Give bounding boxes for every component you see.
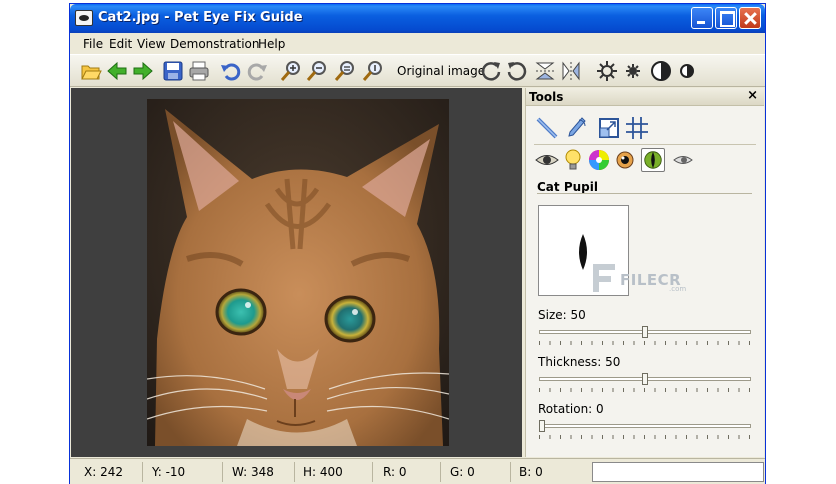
status-height: H: 400 [303, 465, 343, 479]
rotation-slider-ticks [539, 435, 751, 439]
cat-pupil-title: Cat Pupil [537, 180, 598, 194]
menu-edit[interactable]: Edit [109, 37, 132, 51]
zoom-actual-icon[interactable] [362, 60, 384, 82]
open-icon[interactable] [80, 60, 102, 82]
image-canvas[interactable] [71, 88, 522, 457]
window-title: Cat2.jpg - Pet Eye Fix Guide [98, 10, 303, 25]
menu-demonstration[interactable]: Demonstration [170, 37, 260, 51]
flip-horizontal-icon[interactable] [560, 60, 582, 82]
status-separator [372, 462, 373, 482]
status-y: Y: -10 [152, 465, 186, 479]
section-divider [537, 193, 752, 194]
save-icon[interactable] [162, 60, 184, 82]
zoom-fit-icon[interactable] [334, 60, 356, 82]
brush-icon[interactable] [565, 116, 589, 140]
undo-icon[interactable] [220, 60, 242, 82]
menu-view[interactable]: View [137, 37, 165, 51]
cat-pupil-icon[interactable] [641, 148, 665, 172]
print-icon[interactable] [188, 60, 210, 82]
status-extra-field [592, 462, 764, 482]
thickness-slider[interactable] [539, 373, 751, 387]
status-red: R: 0 [383, 465, 407, 479]
status-width: W: 348 [232, 465, 274, 479]
tools-panel-header: Tools × [526, 88, 764, 106]
zoom-in-icon[interactable] [280, 60, 302, 82]
rotation-label: Rotation: 0 [538, 402, 604, 416]
status-green: G: 0 [450, 465, 475, 479]
panel-close-icon[interactable]: × [747, 88, 758, 103]
crop-grid-icon[interactable] [625, 116, 649, 140]
tool-row-divider [534, 144, 756, 145]
bulb-icon[interactable] [561, 148, 585, 172]
maximize-button[interactable] [715, 7, 737, 29]
tools-panel-title: Tools [529, 90, 564, 104]
forward-arrow-icon[interactable] [132, 60, 154, 82]
zoom-out-icon[interactable] [306, 60, 328, 82]
rotation-slider-thumb[interactable] [539, 420, 545, 432]
size-slider-ticks [539, 341, 751, 345]
title-bar[interactable]: Cat2.jpg - Pet Eye Fix Guide [70, 4, 765, 33]
brightness-down-icon[interactable] [622, 60, 644, 82]
minimize-button[interactable] [691, 7, 713, 29]
status-separator [142, 462, 143, 482]
status-separator [222, 462, 223, 482]
toolbar: Original image [70, 55, 765, 87]
status-blue: B: 0 [519, 465, 543, 479]
thickness-slider-thumb[interactable] [642, 373, 648, 385]
thickness-label: Thickness: 50 [538, 355, 621, 369]
menu-help[interactable]: Help [258, 37, 285, 51]
close-button[interactable] [739, 7, 761, 29]
status-separator [294, 462, 295, 482]
contrast-up-icon[interactable] [650, 60, 672, 82]
rotation-slider[interactable] [539, 420, 751, 434]
brightness-up-icon[interactable] [596, 60, 618, 82]
status-separator [440, 462, 441, 482]
original-image-button[interactable]: Original image [397, 64, 485, 78]
contrast-down-icon[interactable] [676, 60, 698, 82]
cat-photo [147, 99, 449, 446]
size-slider[interactable] [539, 326, 751, 340]
back-arrow-icon[interactable] [106, 60, 128, 82]
app-window: Cat2.jpg - Pet Eye Fix Guide File Edit V… [69, 3, 766, 484]
redo-icon[interactable] [246, 60, 268, 82]
resize-icon[interactable] [597, 116, 621, 140]
eye-icon[interactable] [535, 148, 559, 172]
pet-eye-icon[interactable] [671, 148, 695, 172]
menu-file[interactable]: File [83, 37, 103, 51]
thickness-slider-ticks [539, 388, 751, 392]
rotate-ccw-icon[interactable] [506, 60, 528, 82]
app-eye-icon[interactable] [75, 10, 93, 26]
pencil-icon[interactable] [535, 116, 559, 140]
color-wheel-icon[interactable] [587, 148, 611, 172]
pupil-round-icon[interactable] [613, 148, 637, 172]
size-slider-thumb[interactable] [642, 326, 648, 338]
menu-bar: File Edit View Demonstration Help [70, 33, 765, 55]
rotation-slider-track [539, 424, 751, 428]
watermark-sub: .com [669, 285, 687, 293]
rotate-cw-icon[interactable] [480, 60, 502, 82]
status-bar: X: 242 Y: -10 W: 348 H: 400 R: 0 G: 0 B:… [70, 458, 765, 484]
status-separator [510, 462, 511, 482]
flip-vertical-icon[interactable] [534, 60, 556, 82]
status-x: X: 242 [84, 465, 123, 479]
size-label: Size: 50 [538, 308, 586, 322]
